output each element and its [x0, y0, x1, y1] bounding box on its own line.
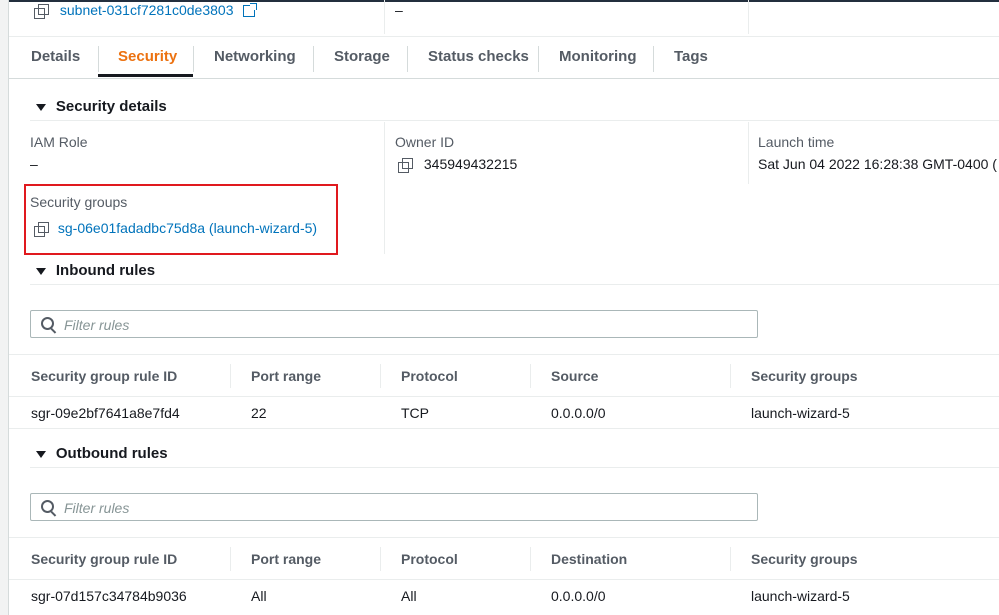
- inbound-col-protocol[interactable]: Protocol: [401, 368, 458, 384]
- inbound-cell-port: 22: [251, 405, 267, 421]
- copy-icon[interactable]: [34, 4, 49, 20]
- outbound-cell-security-group: launch-wizard-5: [751, 588, 850, 604]
- search-icon: [41, 500, 54, 513]
- outbound-col-port-range[interactable]: Port range: [251, 551, 321, 567]
- highlight-annotation: [24, 184, 338, 255]
- inbound-col-security-groups[interactable]: Security groups: [751, 368, 858, 384]
- copy-icon[interactable]: [398, 158, 413, 174]
- inbound-col-rule-id[interactable]: Security group rule ID: [31, 368, 177, 384]
- inbound-cell-protocol: TCP: [401, 405, 429, 421]
- iam-role-value: –: [30, 156, 38, 172]
- inbound-cell-rule-id: sgr-09e2bf7641a8e7fd4: [31, 405, 180, 421]
- owner-id-row: 345949432215: [398, 156, 518, 174]
- outbound-filter-input[interactable]: Filter rules: [30, 493, 758, 521]
- owner-id-value: 345949432215: [423, 156, 518, 172]
- tab-details[interactable]: Details: [31, 48, 80, 70]
- security-details-header[interactable]: Security details: [36, 98, 167, 115]
- inbound-col-port-range[interactable]: Port range: [251, 368, 321, 384]
- inbound-rules-header[interactable]: Inbound rules: [36, 262, 155, 279]
- iam-role-label: IAM Role: [30, 134, 88, 150]
- outbound-rules-title: Outbound rules: [55, 445, 168, 462]
- launch-time-value: Sat Jun 04 2022 16:28:38 GMT-0400 (: [758, 156, 997, 172]
- subnet-link[interactable]: subnet-031cf7281c0de3803: [60, 2, 234, 18]
- outbound-cell-rule-id: sgr-07d157c34784b9036: [31, 588, 187, 604]
- outbound-col-protocol[interactable]: Protocol: [401, 551, 458, 567]
- outbound-cell-port: All: [251, 588, 267, 604]
- tab-monitoring[interactable]: Monitoring: [559, 48, 636, 70]
- outbound-col-security-groups[interactable]: Security groups: [751, 551, 858, 567]
- inbound-filter-input[interactable]: Filter rules: [30, 310, 758, 338]
- caret-down-icon: [36, 451, 46, 458]
- subnet-row: subnet-031cf7281c0de3803: [34, 2, 258, 20]
- outbound-rules-header[interactable]: Outbound rules: [36, 445, 168, 462]
- search-icon: [41, 317, 54, 330]
- inbound-col-source[interactable]: Source: [551, 368, 598, 384]
- launch-time-label: Launch time: [758, 134, 835, 150]
- tab-storage[interactable]: Storage: [334, 48, 390, 70]
- left-gutter: [0, 0, 9, 615]
- tab-security[interactable]: Security: [118, 48, 177, 70]
- inbound-filter-placeholder: Filter rules: [64, 317, 130, 333]
- inbound-rules-title: Inbound rules: [55, 262, 156, 279]
- caret-down-icon: [36, 268, 46, 275]
- security-details-title: Security details: [55, 98, 167, 115]
- inbound-cell-security-group: launch-wizard-5: [751, 405, 850, 421]
- top-right-value: –: [395, 2, 403, 18]
- outbound-filter-placeholder: Filter rules: [64, 500, 130, 516]
- outbound-col-rule-id[interactable]: Security group rule ID: [31, 551, 177, 567]
- tab-status-checks[interactable]: Status checks: [428, 48, 529, 70]
- external-link-icon[interactable]: [243, 3, 258, 18]
- owner-id-label: Owner ID: [395, 134, 455, 150]
- tab-tags[interactable]: Tags: [674, 48, 708, 70]
- tab-networking[interactable]: Networking: [214, 48, 296, 70]
- outbound-cell-protocol: All: [401, 588, 417, 604]
- outbound-cell-destination: 0.0.0.0/0: [551, 588, 606, 604]
- active-tab-indicator: [98, 74, 193, 77]
- outbound-col-destination[interactable]: Destination: [551, 551, 627, 567]
- inbound-cell-source: 0.0.0.0/0: [551, 405, 606, 421]
- caret-down-icon: [36, 104, 46, 111]
